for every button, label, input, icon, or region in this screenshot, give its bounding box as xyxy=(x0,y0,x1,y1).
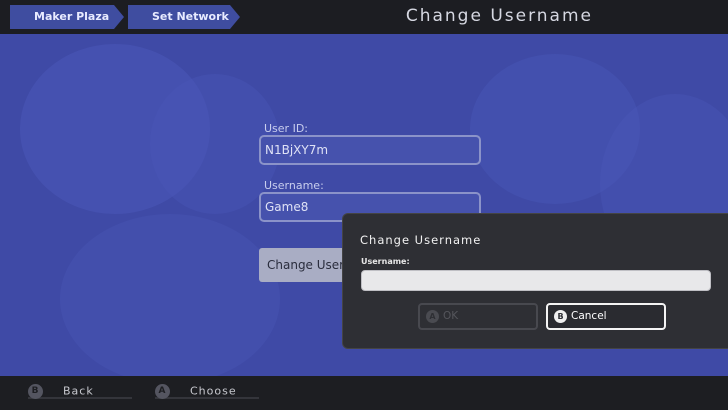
user-id-field[interactable]: N1BjXY7m xyxy=(259,135,481,165)
dialog-username-input[interactable] xyxy=(361,270,711,291)
cancel-button-label: Cancel xyxy=(571,310,607,322)
top-bar: Maker Plaza Set Network Change Username xyxy=(0,0,728,34)
choose-hint[interactable]: A Choose xyxy=(155,384,237,399)
username-label: Username: xyxy=(264,179,324,192)
breadcrumb-maker-plaza[interactable]: Maker Plaza xyxy=(10,5,124,29)
b-button-icon: B xyxy=(28,384,43,399)
cancel-button[interactable]: B Cancel xyxy=(546,303,666,330)
user-id-label: User ID: xyxy=(264,122,308,135)
dialog-username-label: Username: xyxy=(361,257,410,266)
a-button-icon: A xyxy=(426,309,439,323)
b-button-icon: B xyxy=(554,309,567,323)
bottom-bar: B Back A Choose xyxy=(0,376,728,410)
back-label: Back xyxy=(63,384,94,398)
ok-button[interactable]: A OK xyxy=(418,303,538,330)
dialog-title: Change Username xyxy=(360,233,482,247)
choose-label: Choose xyxy=(190,384,237,398)
page-title: Change Username xyxy=(405,6,593,26)
ok-button-label: OK xyxy=(443,310,459,322)
change-username-dialog: Change Username Username: A OK B Cancel xyxy=(343,214,728,348)
background-art xyxy=(60,214,280,376)
breadcrumb-set-network[interactable]: Set Network xyxy=(128,5,240,29)
a-button-icon: A xyxy=(155,384,170,399)
back-hint[interactable]: B Back xyxy=(28,384,94,399)
